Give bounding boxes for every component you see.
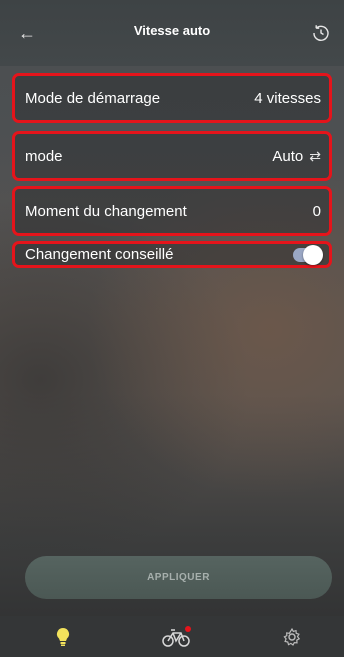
setting-row-shift-moment[interactable]: Moment du changement 0 bbox=[12, 186, 332, 236]
setting-row-start-mode[interactable]: Mode de démarrage 4 vitesses bbox=[12, 73, 332, 123]
nav-bike[interactable] bbox=[156, 622, 196, 652]
setting-label: mode bbox=[25, 147, 63, 165]
app-header: ← Vitesse auto bbox=[0, 0, 344, 66]
toggle-knob bbox=[303, 244, 323, 265]
lightbulb-icon bbox=[56, 627, 70, 646]
advised-shift-toggle[interactable] bbox=[293, 244, 323, 265]
setting-label: Mode de démarrage bbox=[25, 89, 161, 107]
history-button[interactable] bbox=[308, 20, 334, 46]
setting-row-mode[interactable]: mode Auto ⇄ bbox=[12, 131, 332, 181]
bottom-nav bbox=[0, 616, 344, 657]
page-title: Vitesse auto bbox=[133, 23, 211, 38]
notification-dot bbox=[185, 626, 191, 632]
history-icon bbox=[313, 25, 329, 41]
setting-value: 4 vitesses bbox=[254, 89, 321, 107]
nav-tips[interactable] bbox=[43, 622, 83, 652]
setting-value-wrap: Auto ⇄ bbox=[272, 148, 321, 165]
gear-icon bbox=[283, 627, 301, 646]
nav-settings[interactable] bbox=[272, 622, 312, 652]
apply-button[interactable]: APPLIQUER bbox=[25, 556, 332, 599]
setting-value: Auto bbox=[272, 147, 304, 165]
setting-label: Moment du changement bbox=[25, 202, 187, 220]
swap-arrows-icon: ⇄ bbox=[309, 147, 321, 164]
setting-value: 0 bbox=[312, 202, 321, 220]
setting-label: Changement conseillé bbox=[25, 246, 174, 263]
setting-row-advised-shift[interactable]: Changement conseillé bbox=[12, 241, 332, 268]
